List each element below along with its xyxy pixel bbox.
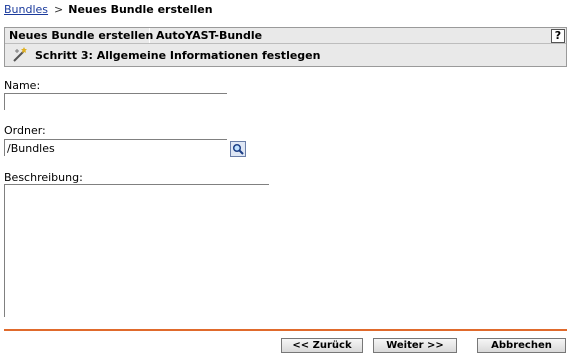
wizard-task-title: Neues Bundle erstellen	[5, 28, 153, 43]
breadcrumb-current: Neues Bundle erstellen	[68, 3, 213, 16]
folder-label: Ordner:	[4, 124, 46, 137]
breadcrumb-link-bundles[interactable]: Bundles	[4, 3, 48, 16]
name-label: Name:	[4, 79, 41, 92]
next-button[interactable]: Weiter >>	[373, 338, 457, 353]
breadcrumb-separator-icon: >	[54, 3, 64, 16]
wizard-step-row: Schritt 3: Allgemeine Informationen fest…	[5, 44, 566, 66]
back-button[interactable]: << Zurück	[281, 338, 363, 353]
description-textarea[interactable]	[4, 184, 269, 317]
breadcrumb: Bundles > Neues Bundle erstellen	[4, 3, 213, 16]
browse-folder-button[interactable]	[230, 141, 246, 157]
wizard-header: Neues Bundle erstellen AutoYAST-Bundle ?…	[4, 27, 567, 67]
cancel-button[interactable]: Abbrechen	[477, 338, 566, 353]
wizard-wand-icon	[11, 47, 29, 63]
bundle-type-title: AutoYAST-Bundle	[156, 29, 263, 42]
wizard-header-row: Neues Bundle erstellen AutoYAST-Bundle ?	[5, 28, 566, 44]
footer-divider	[4, 329, 567, 331]
name-field[interactable]	[4, 93, 227, 110]
magnifier-icon	[232, 143, 244, 155]
description-label: Beschreibung:	[4, 171, 83, 184]
help-button[interactable]: ?	[551, 28, 565, 43]
wizard-step-title: Schritt 3: Allgemeine Informationen fest…	[35, 48, 321, 62]
folder-field[interactable]	[4, 139, 227, 156]
